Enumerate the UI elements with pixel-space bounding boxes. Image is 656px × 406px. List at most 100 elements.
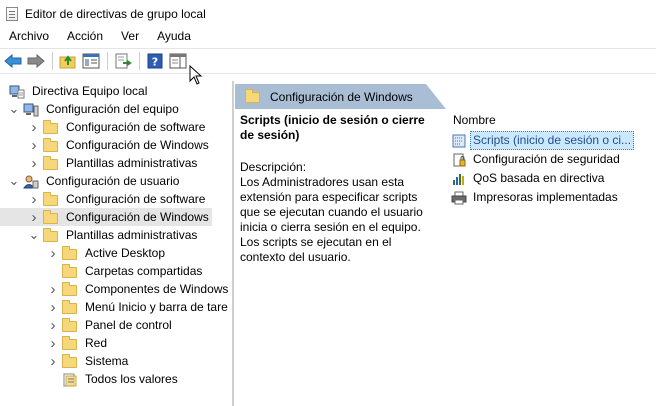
export-list-button[interactable] [113, 51, 133, 71]
tree-item[interactable]: › Active Desktop [0, 244, 168, 262]
list-item-label: Scripts (inicio de sesión o ci... [470, 131, 635, 150]
list-item[interactable]: QoS basada en directiva [444, 169, 656, 188]
tree-item[interactable]: › Configuración de software [0, 118, 208, 136]
tree-item-label: Configuración de Windows [66, 138, 209, 152]
tree-item-label: Todos los valores [85, 372, 178, 386]
up-folder-icon [59, 55, 76, 69]
expanded-chevron-icon[interactable]: ⌄ [28, 226, 40, 244]
tree-item[interactable]: › Panel de control [0, 316, 175, 334]
tree-item[interactable]: Directiva Equipo local [0, 82, 150, 100]
details-list: Nombre Scripts (inicio de sesión o ci...… [444, 109, 656, 207]
tree-item[interactable]: ⌄ Configuración del equipo [0, 100, 182, 118]
tree-item-label: Configuración de software [66, 192, 206, 206]
list-item[interactable]: Impresoras implementadas [444, 188, 656, 207]
collapsed-chevron-icon[interactable]: › [47, 352, 59, 370]
show-hide-tree-icon [82, 53, 100, 69]
tree-item-label: Configuración de Windows [66, 210, 209, 224]
expanded-chevron-icon[interactable]: ⌄ [8, 100, 20, 118]
user-icon [23, 175, 39, 189]
tree-item-label: Componentes de Windows [85, 282, 229, 296]
tree-item[interactable]: › Configuración de Windows [0, 136, 212, 154]
description-item-title: Scripts (inicio de sesión o cierre de se… [240, 113, 425, 142]
collapsed-chevron-icon[interactable]: › [28, 118, 40, 136]
folder-icon [43, 210, 59, 224]
extended-description: Scripts (inicio de sesión o cierre de se… [240, 113, 440, 265]
window-title: Editor de directivas de grupo local [25, 6, 206, 21]
scripts-icon [451, 133, 467, 149]
details-header: Configuración de Windows [235, 84, 656, 109]
tree-item[interactable]: Todos los valores [0, 370, 181, 388]
menu-ayuda[interactable]: Ayuda [148, 27, 200, 47]
collapsed-chevron-icon[interactable]: › [47, 316, 59, 334]
mouse-cursor-icon [189, 65, 203, 85]
collapsed-chevron-icon[interactable]: › [28, 154, 40, 172]
tree-item-label: Menú Inicio y barra de tare [85, 300, 228, 314]
folder-icon [62, 246, 78, 260]
tree-item-label: Panel de control [85, 318, 172, 332]
tree-item-label: Configuración del equipo [46, 102, 179, 116]
tree-item[interactable]: › Sistema [0, 352, 131, 370]
column-header-nombre[interactable]: Nombre [444, 109, 656, 131]
tree-item[interactable]: ⌄ Plantillas administrativas [0, 226, 200, 244]
collapsed-chevron-icon[interactable]: › [28, 136, 40, 154]
menu-ver[interactable]: Ver [112, 27, 148, 47]
pane-splitter[interactable] [232, 81, 234, 406]
folder-icon [43, 138, 59, 152]
title-bar: Editor de directivas de grupo local [0, 0, 656, 27]
security-settings-icon [451, 152, 467, 168]
folder-icon [43, 192, 59, 206]
action-pane-button[interactable] [168, 51, 188, 71]
collapsed-chevron-icon[interactable]: › [47, 334, 59, 352]
tree-item-label: Configuración de software [66, 120, 206, 134]
list-item[interactable]: Configuración de seguridad [444, 150, 656, 169]
list-item-label: Configuración de seguridad [473, 152, 620, 166]
folder-icon [43, 228, 59, 242]
show-hide-tree-button[interactable] [81, 51, 101, 71]
collapsed-chevron-icon[interactable]: › [28, 208, 40, 226]
forward-arrow-icon [27, 54, 45, 68]
collapsed-chevron-icon[interactable]: › [47, 280, 59, 298]
toolbar: ? [0, 48, 656, 74]
tree-item-label: Sistema [85, 354, 129, 368]
tree-item-label: Configuración de usuario [46, 174, 180, 188]
tree-item[interactable]: › Menú Inicio y barra de tare [0, 298, 230, 316]
collapsed-chevron-icon[interactable]: › [28, 190, 40, 208]
menu-archivo[interactable]: Archivo [0, 27, 58, 47]
back-button[interactable] [3, 51, 23, 71]
tree-item[interactable]: › Configuración de software [0, 190, 208, 208]
folder-icon [43, 156, 59, 170]
tree-item[interactable]: › Configuración de Windows [0, 208, 212, 226]
collapsed-chevron-icon[interactable]: › [47, 244, 59, 262]
description-label: Descripción: [240, 160, 307, 174]
up-button[interactable] [58, 51, 78, 71]
folder-icon [62, 282, 78, 296]
tree-item[interactable]: › Red [0, 334, 110, 352]
tree-item-label: Active Desktop [85, 246, 166, 260]
qos-chart-icon [451, 171, 467, 187]
tree-item[interactable]: › Componentes de Windows [0, 280, 230, 298]
console-tree: Directiva Equipo local ⌄ Configuración del… [0, 81, 230, 406]
help-button[interactable]: ? [145, 51, 165, 71]
collapsed-chevron-icon[interactable]: › [47, 298, 59, 316]
list-item[interactable]: Scripts (inicio de sesión o ci... [444, 131, 656, 150]
folder-icon [62, 318, 78, 332]
tree-item[interactable]: Carpetas compartidas [0, 262, 205, 280]
export-list-icon [115, 53, 132, 69]
folder-icon [43, 120, 59, 134]
all-settings-icon [62, 373, 78, 387]
folder-icon [62, 336, 78, 350]
menu-accion[interactable]: Acción [58, 27, 112, 47]
menu-bar: Archivo Acción Ver Ayuda [0, 27, 656, 47]
gpedit-icon [6, 6, 18, 21]
forward-button[interactable] [26, 51, 46, 71]
tree-item[interactable]: › Plantillas administrativas [0, 154, 200, 172]
action-pane-icon [169, 53, 187, 69]
tree-item[interactable]: ⌄ Configuración de usuario [0, 172, 182, 190]
list-item-label: Impresoras implementadas [473, 190, 618, 204]
folder-icon [62, 264, 78, 278]
header-notch [426, 84, 656, 109]
svg-text:?: ? [152, 56, 158, 69]
expanded-chevron-icon[interactable]: ⌄ [8, 172, 20, 190]
